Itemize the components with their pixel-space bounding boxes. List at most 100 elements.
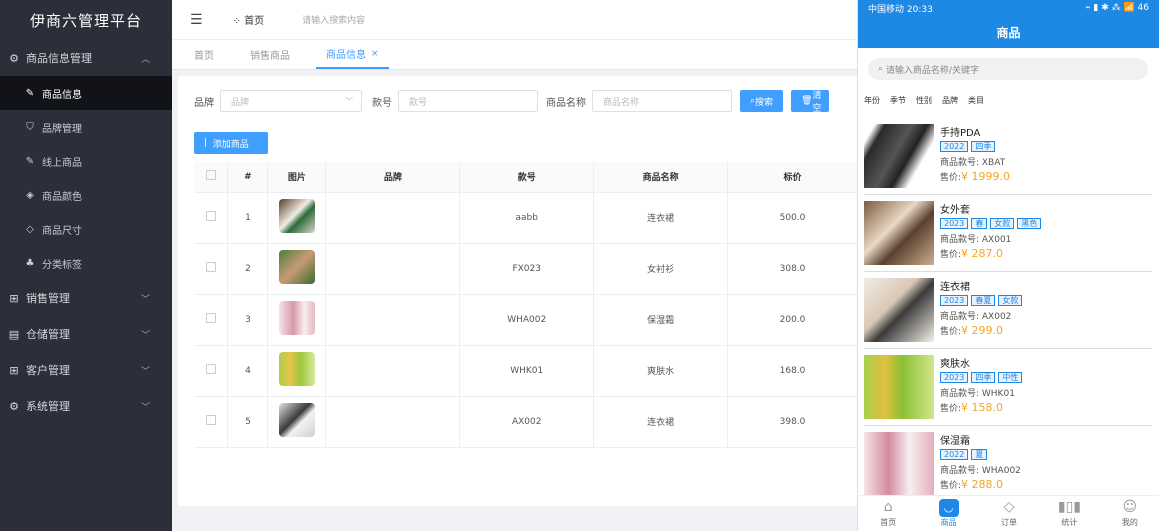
product-code: 商品款号: WHK01 bbox=[940, 389, 1015, 399]
list-item[interactable]: 手持PDA 2022 四季 商品款号: XBAT 售价:¥ 1999.0 bbox=[864, 118, 1152, 195]
product-name: 爽肤水 bbox=[940, 359, 970, 370]
menu-group-system[interactable]: ⚙ 系统管理 ﹀ bbox=[0, 388, 172, 424]
search-button-label: 搜索 bbox=[755, 97, 774, 108]
table-row[interactable]: 4 WHK01 爽肤水 168.0 bbox=[194, 345, 858, 397]
code-input[interactable]: 款号 bbox=[398, 90, 538, 112]
product-image bbox=[267, 345, 327, 397]
menu-group-product-info[interactable]: ⚙ 商品信息管理 ︿ bbox=[0, 40, 172, 76]
name-input[interactable]: 商品名称 bbox=[592, 90, 732, 112]
row-checkbox[interactable] bbox=[194, 243, 229, 295]
clear-button[interactable]: 🗑 清空 bbox=[791, 90, 830, 112]
product-image bbox=[267, 294, 327, 346]
mobile-tab-orders[interactable]: ◇ 订单 bbox=[979, 496, 1039, 531]
mobile-search-placeholder: 请输入商品名称/关键字 bbox=[885, 65, 979, 76]
mobile-filter-bar: 年份 季节 性别 品牌 类目 bbox=[858, 90, 1159, 110]
tab-product-info[interactable]: 商品信息 × bbox=[316, 40, 389, 69]
menu-group-warehouse[interactable]: ▤ 仓储管理 ﹀ bbox=[0, 316, 172, 352]
row-checkbox[interactable] bbox=[194, 294, 229, 346]
mobile-tab-bar: ⌂ 首页 ◡ 商品 ◇ 订单 ▮▯▮ 统计 ☺ 我的 bbox=[858, 495, 1159, 531]
product-tag: 春夏 bbox=[971, 295, 996, 306]
product-tag: 中性 bbox=[998, 372, 1023, 383]
edit-icon: ✎ bbox=[25, 87, 35, 99]
table-row[interactable]: 1 aabb 连衣裙 500.0 bbox=[194, 192, 858, 244]
sidebar-item-size[interactable]: ◇ 商品尺寸 bbox=[0, 212, 172, 246]
row-name: 连衣裙 bbox=[593, 396, 729, 448]
row-index: 3 bbox=[227, 294, 269, 346]
product-tag: 夏 bbox=[971, 449, 988, 460]
filter-season[interactable]: 季节 bbox=[890, 95, 906, 106]
close-icon[interactable]: × bbox=[371, 49, 379, 59]
header-search-input[interactable]: 请输入搜索内容 bbox=[302, 13, 365, 26]
search-button[interactable]: ⌕ 搜索 bbox=[740, 90, 784, 112]
edit-icon: ✎ bbox=[25, 155, 35, 167]
mobile-tab-home[interactable]: ⌂ 首页 bbox=[858, 496, 918, 531]
product-image bbox=[267, 396, 327, 448]
add-product-button[interactable]: | 添加商品 bbox=[194, 132, 268, 154]
price-label: 售价: bbox=[940, 481, 962, 491]
row-checkbox[interactable] bbox=[194, 192, 229, 244]
product-name: 女外套 bbox=[940, 205, 970, 216]
product-tag: 2022 bbox=[940, 449, 969, 460]
tab-sales-products[interactable]: 销售商品 bbox=[240, 40, 300, 69]
row-checkbox[interactable] bbox=[194, 396, 229, 448]
price-value: ¥ 287.0 bbox=[961, 247, 1004, 260]
row-checkbox[interactable] bbox=[194, 345, 229, 397]
price-value: ¥ 299.0 bbox=[961, 324, 1004, 337]
product-image bbox=[267, 192, 327, 244]
list-item[interactable]: 保湿霜 2022 夏 商品款号: WHA002 售价:¥ 288.0 bbox=[864, 426, 1152, 503]
product-code: 商品款号: AX002 bbox=[940, 312, 1012, 322]
price-value: ¥ 158.0 bbox=[961, 401, 1004, 414]
main-content: 品牌 品牌 ﹀ 款号 款号 商品名称 商品名称 ⌕ 搜索 🗑清空 | 添加商品 bbox=[172, 70, 858, 531]
brand-select[interactable]: 品牌 ﹀ bbox=[220, 90, 362, 112]
mobile-tab-me[interactable]: ☺ 我的 bbox=[1100, 496, 1159, 531]
mobile-tab-stats[interactable]: ▮▯▮ 统计 bbox=[1039, 496, 1099, 531]
box-icon: ▤ bbox=[8, 327, 20, 341]
mobile-tab-products[interactable]: ◡ 商品 bbox=[918, 496, 978, 531]
table-row[interactable]: 3 WHA002 保湿霜 200.0 bbox=[194, 294, 858, 346]
filter-gender[interactable]: 性别 bbox=[916, 95, 932, 106]
list-item[interactable]: 女外套 2023 春女款 黑色 商品款号: AX001 售价:¥ 287.0 bbox=[864, 195, 1152, 272]
sidebar-item-product-info[interactable]: ✎ 商品信息 bbox=[0, 76, 172, 110]
filter-category[interactable]: 类目 bbox=[968, 95, 984, 106]
product-code: 商品款号: WHA002 bbox=[940, 466, 1021, 476]
sidebar-item-online[interactable]: ✎ 线上商品 bbox=[0, 144, 172, 178]
product-table: # 图片 品牌 款号 商品名称 标价 1 aabb 连衣裙 500.0 2 FX… bbox=[194, 162, 858, 448]
menu-group-customer[interactable]: ⊞ 客户管理 ﹀ bbox=[0, 352, 172, 388]
tab-home[interactable]: 首页 bbox=[184, 40, 224, 69]
row-price: 168.0 bbox=[727, 345, 858, 397]
sidebar-item-brand[interactable]: ⛉ 品牌管理 bbox=[0, 110, 172, 144]
sidebar-item-label: 商品信息 bbox=[42, 89, 82, 101]
sidebar-item-category[interactable]: ♣ 分类标签 bbox=[0, 246, 172, 280]
row-brand bbox=[325, 243, 461, 295]
row-brand bbox=[325, 192, 461, 244]
price-label: 售价: bbox=[940, 404, 962, 414]
tab-bar: 首页 销售商品 商品信息 × bbox=[172, 40, 858, 70]
menu-group-sales[interactable]: ⊞ 销售管理 ﹀ bbox=[0, 280, 172, 316]
sidebar: 伊商六管理平台 ⚙ 商品信息管理 ︿ ✎ 商品信息 ⛉ 品牌管理 ✎ 线上商品 … bbox=[0, 0, 172, 531]
price-label: 售价: bbox=[940, 327, 962, 337]
filter-year[interactable]: 年份 bbox=[864, 95, 880, 106]
chevron-down-icon: ﹀ bbox=[345, 96, 353, 106]
sidebar-item-color[interactable]: ◈ 商品颜色 bbox=[0, 178, 172, 212]
product-price: 售价:¥ 299.0 bbox=[940, 324, 1025, 337]
home-icon: ⌂ bbox=[883, 499, 893, 515]
filter-brand[interactable]: 品牌 bbox=[942, 95, 958, 106]
tab-label: 销售商品 bbox=[250, 51, 290, 62]
top-header: ☰ ⁘ 首页 请输入搜索内容 bbox=[172, 0, 858, 40]
row-name: 连衣裙 bbox=[593, 192, 729, 244]
table-row[interactable]: 5 AX002 连衣裙 398.0 bbox=[194, 396, 858, 448]
hamburger-icon[interactable]: ☰ bbox=[190, 12, 203, 28]
product-tag: 四季 bbox=[971, 141, 996, 152]
product-name: 保湿霜 bbox=[940, 436, 970, 447]
gear-icon: ⚙ bbox=[9, 399, 19, 413]
breadcrumb[interactable]: ⁘ 首页 bbox=[233, 12, 265, 27]
code-label: 款号 bbox=[372, 97, 392, 109]
select-all-checkbox[interactable] bbox=[194, 162, 229, 193]
list-item[interactable]: 爽肤水 2023 四季 中性 商品款号: WHK01 售价:¥ 158.0 bbox=[864, 349, 1152, 426]
table-row[interactable]: 2 FX023 女衬衫 308.0 bbox=[194, 243, 858, 295]
product-tag: 女款 bbox=[998, 295, 1023, 306]
tab-label: 统计 bbox=[1061, 518, 1078, 527]
mobile-search-input[interactable]: ⌕ 请输入商品名称/关键字 bbox=[868, 58, 1148, 80]
list-item[interactable]: 连衣裙 2023 春夏 女款 商品款号: AX002 售价:¥ 299.0 bbox=[864, 272, 1152, 349]
tag-icon: ◇ bbox=[26, 223, 34, 235]
